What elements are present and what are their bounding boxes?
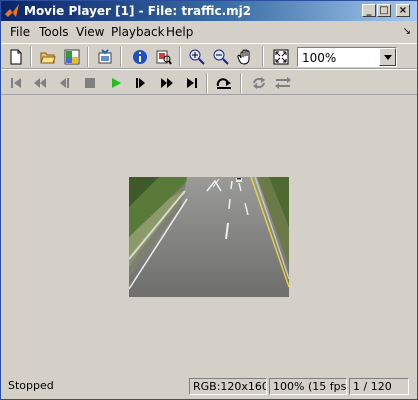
status-image-type: RGB:120x160 <box>189 378 267 395</box>
zoom-select[interactable]: 100% <box>297 47 397 67</box>
toolbar-separator <box>262 47 264 67</box>
toolbar-separator <box>120 47 122 67</box>
dock-arrow-icon[interactable]: ↘ <box>403 26 411 37</box>
status-bar: Stopped RGB:120x160 100% (15 fps) 1 / 12… <box>1 376 417 399</box>
stop-icon[interactable] <box>80 73 100 93</box>
close-icon: × <box>398 5 408 16</box>
fast-forward-icon[interactable] <box>157 73 177 93</box>
main-toolbar: 100% <box>1 43 417 69</box>
toolbar-separator <box>240 73 242 93</box>
minimize-icon: _ <box>366 5 372 16</box>
step-forward-icon[interactable] <box>131 73 151 93</box>
menu-view[interactable]: View <box>76 25 104 39</box>
step-back-icon[interactable] <box>54 73 74 93</box>
chevron-down-icon[interactable] <box>379 48 396 66</box>
import-icon[interactable] <box>62 47 82 67</box>
pixel-region-icon[interactable] <box>154 47 174 67</box>
export-frame-icon[interactable] <box>95 47 115 67</box>
pan-hand-icon[interactable] <box>235 47 255 67</box>
toolbar-separator <box>30 47 32 67</box>
zoom-in-icon[interactable] <box>187 47 207 67</box>
play-icon[interactable] <box>106 73 126 93</box>
matlab-logo-icon <box>5 4 19 17</box>
window-title: Movie Player [1] - File: traffic.mj2 <box>24 4 252 18</box>
status-text: Stopped <box>8 379 54 392</box>
toolbar-separator <box>206 73 208 93</box>
playback-direction-icon[interactable] <box>273 73 293 93</box>
movie-player-window: Movie Player [1] - File: traffic.mj2 _ □… <box>0 0 418 400</box>
menu-tools[interactable]: Tools <box>39 25 69 39</box>
menu-bar: File Tools View Playback Help ↘ <box>1 22 417 42</box>
video-frame[interactable] <box>129 177 289 297</box>
video-display-area <box>1 95 417 375</box>
repeat-icon[interactable] <box>249 73 269 93</box>
zoom-out-icon[interactable] <box>211 47 231 67</box>
playback-toolbar <box>1 69 417 95</box>
toolbar-separator <box>179 47 181 67</box>
traffic-frame-image <box>129 177 289 297</box>
toolbar-separator <box>87 47 89 67</box>
jump-to-icon[interactable] <box>214 73 234 93</box>
menu-file[interactable]: File <box>10 25 30 39</box>
fit-to-window-icon[interactable] <box>271 47 291 67</box>
menu-playback[interactable]: Playback <box>111 25 165 39</box>
zoom-value: 100% <box>302 51 337 65</box>
go-to-last-icon[interactable] <box>182 73 202 93</box>
go-to-first-icon[interactable] <box>6 73 26 93</box>
maximize-button[interactable]: □ <box>377 4 391 17</box>
rewind-icon[interactable] <box>30 73 50 93</box>
status-frame-counter: 1 / 120 <box>349 378 409 395</box>
info-icon[interactable] <box>130 47 150 67</box>
open-folder-icon[interactable] <box>38 47 58 67</box>
status-zoom-fps: 100% (15 fps) <box>269 378 347 395</box>
minimize-button[interactable]: _ <box>362 4 376 17</box>
menu-help[interactable]: Help <box>166 25 193 39</box>
new-file-icon[interactable] <box>6 47 26 67</box>
close-button[interactable]: × <box>396 4 410 17</box>
title-bar[interactable]: Movie Player [1] - File: traffic.mj2 _ □… <box>1 1 417 21</box>
maximize-icon: □ <box>379 5 389 16</box>
